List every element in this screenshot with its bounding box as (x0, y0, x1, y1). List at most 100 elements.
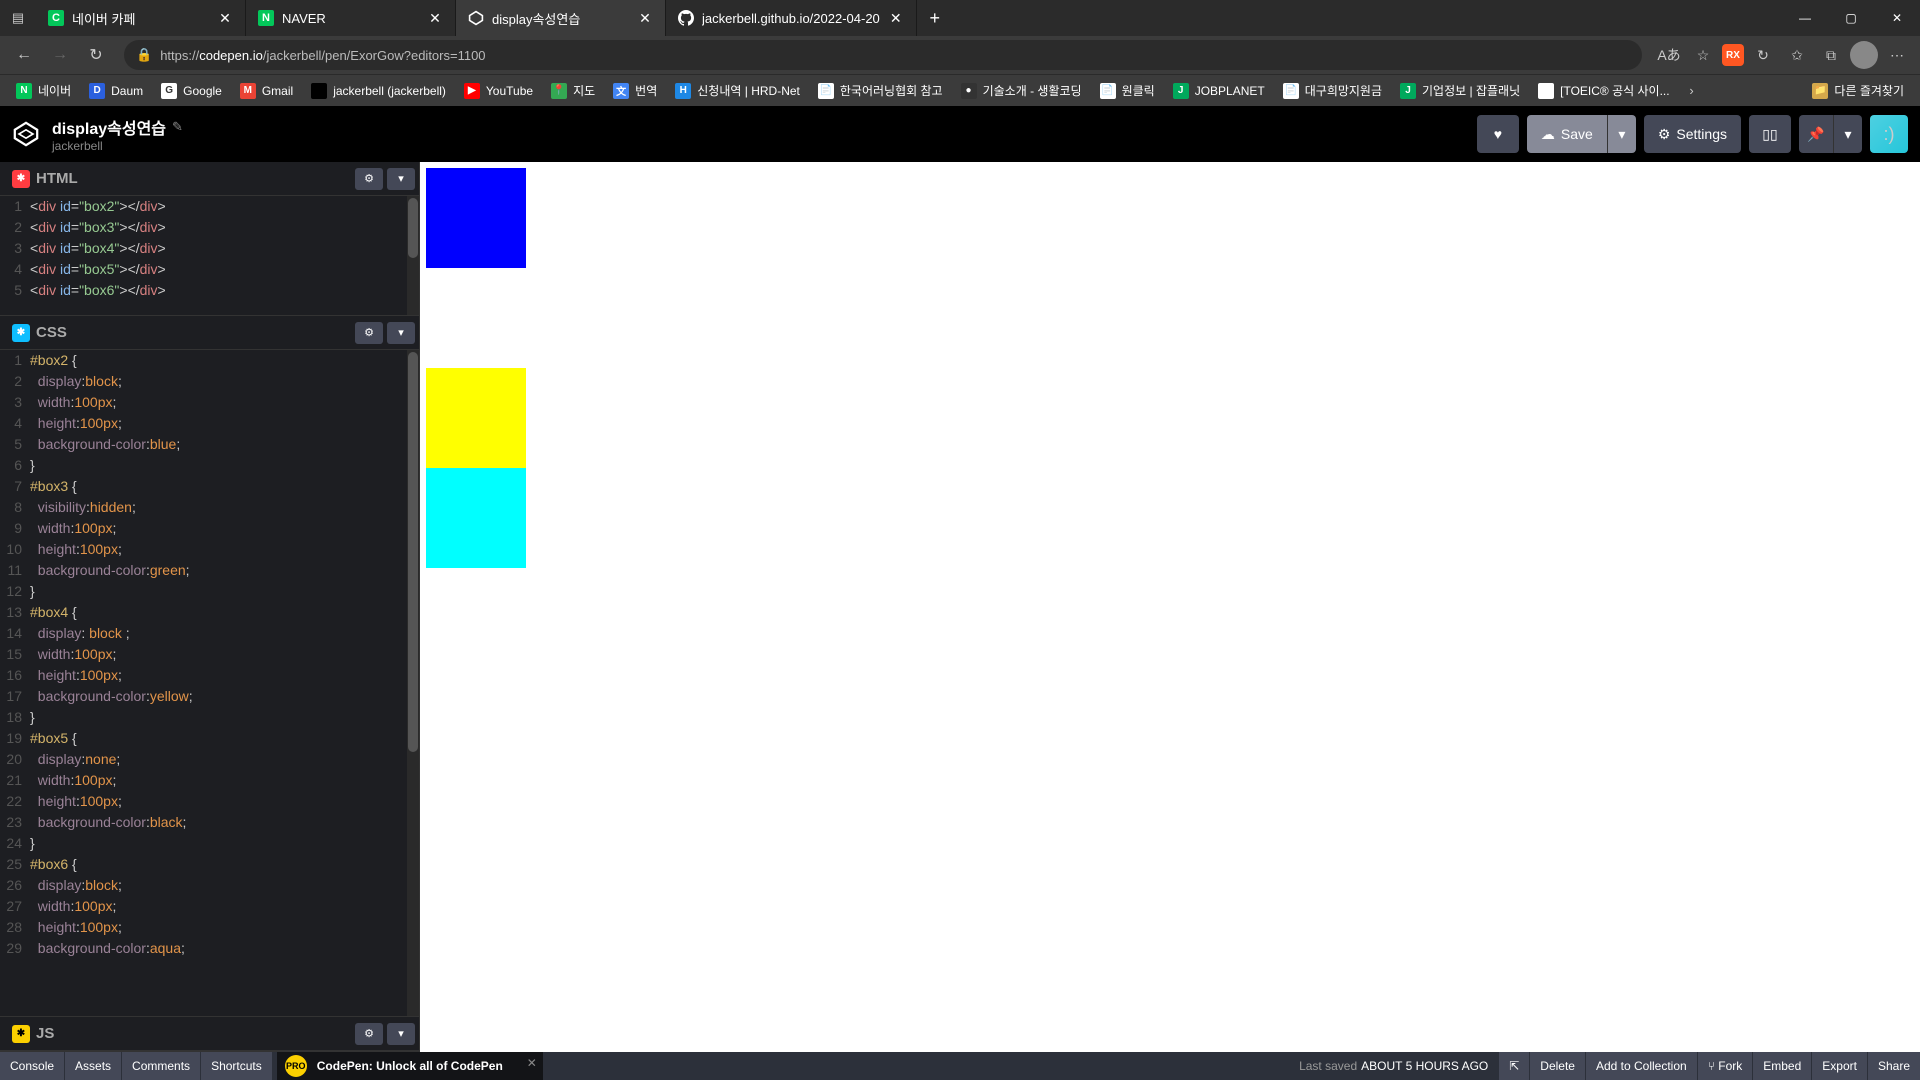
tab-close-icon[interactable]: ✕ (217, 10, 233, 26)
css-icon: ✱ (12, 324, 30, 342)
comments-button[interactable]: Comments (122, 1052, 200, 1080)
tab-close-icon[interactable]: ✕ (888, 10, 904, 26)
delete-button[interactable]: Delete (1530, 1052, 1585, 1080)
tab-close-icon[interactable]: ✕ (427, 10, 443, 26)
share-button[interactable]: Share (1868, 1052, 1920, 1080)
user-avatar[interactable]: :) (1870, 115, 1908, 153)
js-settings-button[interactable]: ⚙ (355, 1023, 383, 1045)
bookmark-item[interactable]: 文번역 (605, 77, 665, 105)
codepen-logo-icon[interactable] (12, 120, 40, 148)
html-editor-body[interactable]: 12345 <div id="box2"></div><div id="box3… (0, 196, 419, 315)
bookmark-item[interactable]: JJOBPLANET (1165, 77, 1273, 105)
bookmark-item[interactable]: jackerbell (jackerbell) (303, 77, 454, 105)
forward-button[interactable]: → (44, 39, 76, 71)
html-settings-button[interactable]: ⚙ (355, 168, 383, 190)
collections-icon[interactable]: ⧉ (1816, 40, 1846, 70)
profile-avatar[interactable] (1850, 41, 1878, 69)
html-editor-label[interactable]: ✱ HTML (0, 162, 90, 195)
window-maximize-button[interactable]: ▢ (1828, 0, 1874, 36)
bookmark-item[interactable]: MGmail (232, 77, 301, 105)
settings-button[interactable]: ⚙ Settings (1644, 115, 1741, 153)
js-editor-label[interactable]: ✱ JS (0, 1017, 66, 1050)
sync-icon[interactable]: ↻ (1748, 40, 1778, 70)
add-collection-button[interactable]: Add to Collection (1586, 1052, 1697, 1080)
bookmarks-overflow-button[interactable]: › (1680, 83, 1704, 98)
bookmark-item[interactable]: [TOEIC® 공식 사이... (1530, 77, 1677, 105)
promo-close-button[interactable]: ✕ (527, 1056, 537, 1070)
open-window-button[interactable]: ⇱ (1499, 1052, 1529, 1080)
pen-title[interactable]: display속성연습 (52, 115, 166, 139)
promo-banner[interactable]: PRO CodePen: Unlock all of CodePen ✕ (277, 1052, 543, 1080)
pen-author[interactable]: jackerbell (52, 139, 183, 153)
tab-close-icon[interactable]: ✕ (637, 10, 653, 26)
window-minimize-button[interactable]: — (1782, 0, 1828, 36)
back-button[interactable]: ← (8, 39, 40, 71)
bookmark-label: [TOEIC® 공식 사이... (1560, 82, 1669, 99)
css-options-button[interactable]: ▾ (387, 322, 415, 344)
shortcuts-button[interactable]: Shortcuts (201, 1052, 272, 1080)
embed-button[interactable]: Embed (1753, 1052, 1811, 1080)
window-close-button[interactable]: ✕ (1874, 0, 1920, 36)
css-settings-button[interactable]: ⚙ (355, 322, 383, 344)
js-options-button[interactable]: ▾ (387, 1023, 415, 1045)
bookmark-item[interactable]: N네이버 (8, 77, 79, 105)
html-options-button[interactable]: ▾ (387, 168, 415, 190)
layout-button[interactable]: ▯▯ (1749, 115, 1791, 153)
browser-tab[interactable]: jackerbell.github.io/2022-04-20✕ (666, 0, 917, 36)
read-aloud-icon[interactable]: Aあ (1654, 40, 1684, 70)
favorite-icon[interactable]: ☆ (1688, 40, 1718, 70)
bookmark-item[interactable]: 📍지도 (543, 77, 603, 105)
bookmark-favicon-icon: J (1173, 83, 1189, 99)
bookmark-item[interactable]: 📄한국어러닝협회 참고 (810, 77, 951, 105)
bookmark-item[interactable]: 📄원클릭 (1092, 77, 1163, 105)
browser-tab[interactable]: display속성연습 ✕ (456, 0, 666, 36)
bookmark-favicon-icon: J (1400, 83, 1416, 99)
bookmark-favicon-icon (1538, 83, 1554, 99)
bookmark-item[interactable]: DDaum (81, 77, 151, 105)
bookmark-label: 네이버 (38, 82, 71, 99)
bookmark-favicon-icon: 📄 (1283, 83, 1299, 99)
bookmark-item[interactable]: ●기술소개 - 생활코딩 (953, 77, 1090, 105)
bookmark-favicon-icon: D (89, 83, 105, 99)
browser-tab[interactable]: NNAVER✕ (246, 0, 456, 36)
extension-badge[interactable]: RX (1722, 44, 1744, 66)
html-scrollbar[interactable] (407, 196, 419, 315)
export-button[interactable]: Export (1812, 1052, 1867, 1080)
bookmark-item[interactable]: 📄대구희망지원금 (1275, 77, 1390, 105)
bookmark-label: jackerbell (jackerbell) (333, 84, 446, 98)
favorites-star-icon[interactable]: ✩ (1782, 40, 1812, 70)
save-options-button[interactable]: ▾ (1607, 115, 1636, 153)
codepen-footer: Console Assets Comments Shortcuts PRO Co… (0, 1052, 1920, 1080)
pin-button[interactable]: 📌 (1799, 115, 1833, 153)
console-button[interactable]: Console (0, 1052, 64, 1080)
tab-actions-icon[interactable]: ▤ (0, 10, 36, 26)
browser-tab[interactable]: C네이버 카페✕ (36, 0, 246, 36)
css-editor-body[interactable]: 1234567891011121314151617181920212223242… (0, 350, 419, 1016)
refresh-button[interactable]: ↻ (80, 39, 112, 71)
js-icon: ✱ (12, 1025, 30, 1043)
heart-button[interactable]: ♥ (1477, 115, 1519, 153)
other-bookmarks-button[interactable]: 📁다른 즐겨찾기 (1804, 77, 1912, 105)
bookmark-item[interactable]: H신청내역 | HRD-Net (667, 77, 808, 105)
bookmark-item[interactable]: ▶YouTube (456, 77, 541, 105)
pin-options-button[interactable]: ▾ (1833, 115, 1862, 153)
pro-badge-icon: PRO (285, 1055, 307, 1077)
menu-icon[interactable]: ⋯ (1882, 40, 1912, 70)
tab-title: display속성연습 (492, 9, 629, 28)
css-editor-label[interactable]: ✱ CSS (0, 316, 79, 349)
bookmark-item[interactable]: J기업정보 | 잡플래닛 (1392, 77, 1528, 105)
gear-icon: ⚙ (1658, 126, 1671, 143)
preview-box4 (426, 368, 526, 468)
css-scrollbar[interactable] (407, 350, 419, 1016)
assets-button[interactable]: Assets (65, 1052, 121, 1080)
bookmark-item[interactable]: GGoogle (153, 77, 230, 105)
edit-icon[interactable]: ✎ (172, 119, 183, 135)
url-text: https://codepen.io/jackerbell/pen/ExorGo… (160, 48, 485, 63)
url-input[interactable]: 🔒 https://codepen.io/jackerbell/pen/Exor… (124, 40, 1642, 70)
lock-icon: 🔒 (136, 47, 152, 63)
save-button[interactable]: ☁ Save (1527, 115, 1607, 153)
new-tab-button[interactable]: + (917, 8, 953, 29)
bookmark-favicon-icon: ● (961, 83, 977, 99)
fork-button[interactable]: ⑂ Fork (1698, 1052, 1753, 1080)
pen-title-block: display속성연습 ✎ jackerbell (52, 115, 183, 153)
